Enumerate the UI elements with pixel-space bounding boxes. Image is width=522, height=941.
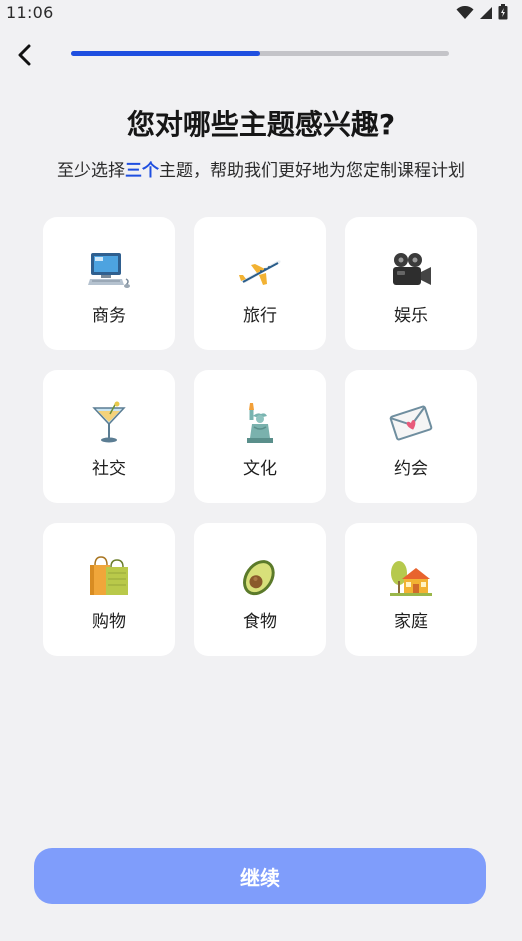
statue-of-liberty-icon (237, 400, 283, 446)
progress-fill (71, 51, 260, 56)
cocktail-icon (86, 400, 132, 446)
subtitle-prefix: 至少选择 (57, 161, 125, 181)
avocado-icon (237, 553, 283, 599)
topic-card-family[interactable]: 家庭 (345, 523, 477, 656)
progress-bar (71, 51, 449, 56)
airplane-icon (237, 247, 283, 293)
topic-card-entertainment[interactable]: 娱乐 (345, 217, 477, 350)
topic-label: 社交 (92, 459, 126, 479)
continue-button[interactable]: 继续 (34, 848, 486, 904)
house-icon (388, 553, 434, 599)
status-bar: 11:06 (0, 0, 522, 26)
topic-card-shopping[interactable]: 购物 (43, 523, 175, 656)
topic-card-dating[interactable]: 约会 (345, 370, 477, 503)
subtitle-suffix: 主题，帮助我们更好地为您定制课程计划 (159, 161, 465, 181)
status-icons (456, 4, 508, 24)
topic-card-travel[interactable]: 旅行 (194, 217, 326, 350)
topic-label: 文化 (243, 459, 277, 479)
topic-label: 旅行 (243, 306, 277, 326)
topic-card-social[interactable]: 社交 (43, 370, 175, 503)
topic-label: 购物 (92, 612, 126, 632)
topic-label: 食物 (243, 612, 277, 632)
subtitle: 至少选择三个主题，帮助我们更好地为您定制课程计划 (0, 156, 522, 181)
battery-icon (498, 4, 508, 24)
love-letter-icon (388, 400, 434, 446)
subtitle-highlight: 三个 (125, 161, 159, 181)
topic-card-business[interactable]: 商务 (43, 217, 175, 350)
chevron-left-icon (18, 44, 31, 66)
topic-label: 家庭 (394, 612, 428, 632)
computer-icon (86, 247, 132, 293)
topic-grid: 商务 旅行 娱乐 社交 文化 约会 购物 食物 家庭 (43, 217, 477, 656)
movie-camera-icon (388, 247, 434, 293)
wifi-icon (456, 5, 474, 24)
status-time: 11:06 (6, 3, 54, 22)
topic-label: 娱乐 (394, 306, 428, 326)
signal-icon (479, 5, 493, 24)
page-title: 您对哪些主题感兴趣? (126, 108, 396, 141)
topic-label: 商务 (92, 306, 126, 326)
topic-label: 约会 (394, 459, 428, 479)
back-button[interactable] (10, 40, 40, 70)
topic-card-culture[interactable]: 文化 (194, 370, 326, 503)
topic-card-food[interactable]: 食物 (194, 523, 326, 656)
shopping-bags-icon (86, 553, 132, 599)
